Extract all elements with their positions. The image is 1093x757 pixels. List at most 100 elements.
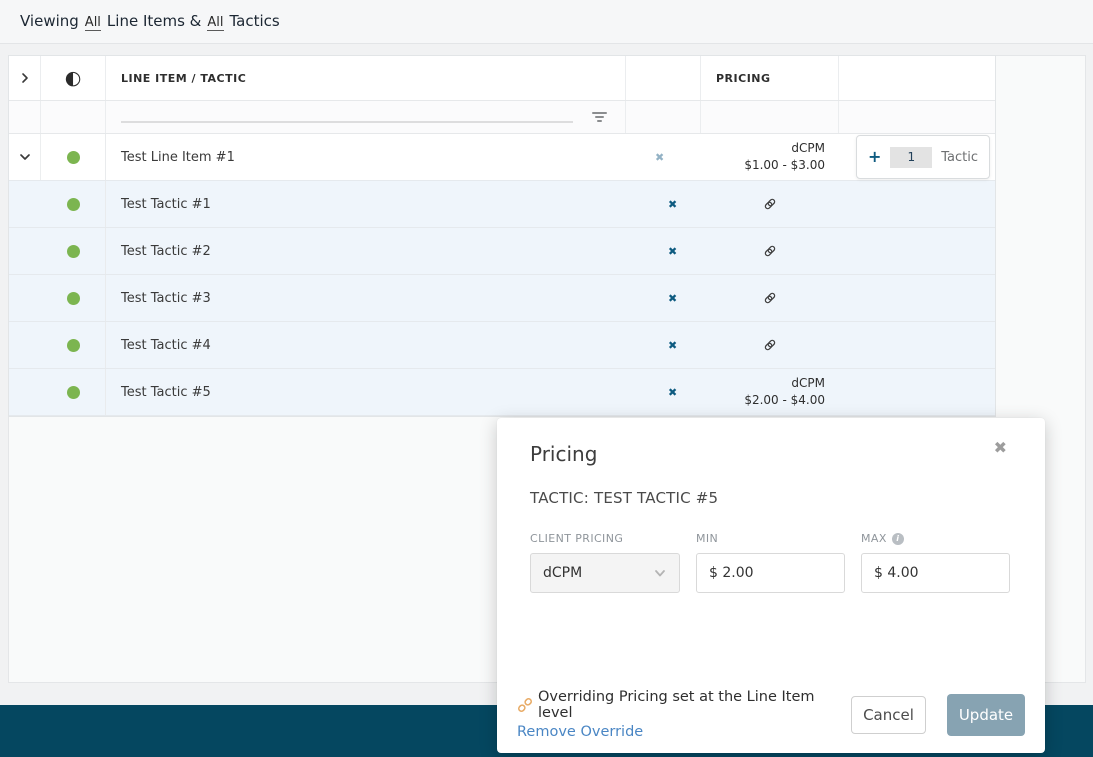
- inherited-pricing-link-icon[interactable]: [763, 244, 777, 258]
- status-cell: [41, 369, 106, 415]
- name-cell: Test Line Item #1: [106, 134, 626, 180]
- line-item-tactic-header: LINE ITEM / TACTIC: [106, 72, 246, 85]
- min-input[interactable]: [696, 553, 845, 593]
- half-circle-icon: ◐: [65, 69, 82, 88]
- plus-icon: +: [868, 149, 881, 165]
- remove-cell: ✖: [626, 134, 701, 180]
- chevron-right-icon[interactable]: [19, 72, 31, 84]
- max-field: MAX i: [861, 532, 1010, 593]
- pricing-header-cell: PRICING: [701, 56, 839, 100]
- name-cell: Test Tactic #5: [106, 369, 626, 415]
- inherited-pricing-link-icon[interactable]: [763, 197, 777, 211]
- remove-override-link[interactable]: Remove Override: [517, 724, 851, 740]
- tactic-count-input[interactable]: 1: [890, 147, 932, 168]
- unlink-icon: [517, 697, 533, 713]
- close-icon[interactable]: ✖: [994, 440, 1007, 456]
- filter-cell-expand: [9, 101, 41, 133]
- actions-cell: [839, 369, 995, 415]
- modal-subtitle: TACTIC: TEST TACTIC #5: [530, 489, 1009, 507]
- status-dot-icon: [67, 292, 80, 305]
- pricing-form: CLIENT PRICING dCPM MIN MAX i: [530, 532, 1009, 593]
- line-item-name: Test Line Item #1: [106, 150, 235, 165]
- client-pricing-label: CLIENT PRICING: [530, 532, 680, 545]
- pricing-cell: [701, 181, 839, 227]
- tactic-name: Test Tactic #4: [106, 338, 211, 353]
- remove-line-item-icon[interactable]: ✖: [655, 152, 664, 163]
- filter-cell-status: [41, 101, 106, 133]
- filter-icon[interactable]: [591, 112, 607, 124]
- actions-cell: + 1 Tactic: [839, 134, 995, 180]
- status-dot-icon: [67, 245, 80, 258]
- expand-cell: [9, 134, 41, 180]
- status-dot-icon: [67, 386, 80, 399]
- add-tactic-button[interactable]: + 1 Tactic: [856, 135, 990, 179]
- expand-cell: [9, 322, 41, 368]
- client-pricing-value: dCPM: [543, 565, 653, 581]
- update-button[interactable]: Update: [947, 694, 1025, 736]
- chevron-down-icon: [653, 566, 667, 580]
- expand-cell: [9, 275, 41, 321]
- remove-tactic-icon[interactable]: ✖: [668, 293, 677, 304]
- status-cell: [41, 228, 106, 274]
- line-item-pricing[interactable]: dCPM $1.00 - $3.00: [701, 140, 839, 174]
- line-items-filter-dropdown[interactable]: All: [85, 16, 101, 31]
- pricing-cell: [701, 228, 839, 274]
- name-cell: Test Tactic #1: [106, 181, 626, 227]
- chevron-down-icon[interactable]: [18, 150, 32, 164]
- name-filter-input[interactable]: [121, 107, 573, 123]
- modal-title: Pricing: [530, 442, 1009, 466]
- inherited-pricing-link-icon[interactable]: [763, 291, 777, 305]
- pricing-cell: dCPM $1.00 - $3.00: [701, 134, 839, 180]
- status-dot-icon: [67, 198, 80, 211]
- status-cell: [41, 134, 106, 180]
- pricing-cell: [701, 322, 839, 368]
- override-warning-block: Overriding Pricing set at the Line Item …: [517, 689, 851, 740]
- filter-cell-actions: [839, 101, 995, 133]
- info-icon[interactable]: i: [892, 533, 904, 545]
- viewing-label: Viewing: [20, 12, 79, 30]
- tactic-row: Test Tactic #2 ✖: [9, 228, 995, 275]
- tactic-row-selected: Test Tactic #5 ✖ dCPM $2.00 - $4.00: [9, 369, 995, 416]
- viewing-summary: Viewing All Line Items & All Tactics: [20, 12, 280, 31]
- pricing-modal: Pricing ✖ TACTIC: TEST TACTIC #5 CLIENT …: [497, 418, 1045, 753]
- cancel-button[interactable]: Cancel: [851, 696, 926, 734]
- actions-header-cell: [839, 56, 995, 100]
- status-cell: [41, 322, 106, 368]
- remove-cell: ✖: [626, 322, 701, 368]
- viewing-segment-line-items: Line Items &: [107, 12, 201, 30]
- tactics-filter-dropdown[interactable]: All: [207, 16, 223, 31]
- viewing-segment-tactics: Tactics: [230, 12, 280, 30]
- remove-tactic-icon[interactable]: ✖: [668, 199, 677, 210]
- min-label: MIN: [696, 532, 845, 545]
- tactic-pricing-override[interactable]: dCPM $2.00 - $4.00: [701, 375, 839, 409]
- max-input[interactable]: [861, 553, 1010, 593]
- status-cell: [41, 181, 106, 227]
- status-cell: [41, 275, 106, 321]
- remove-tactic-icon[interactable]: ✖: [668, 246, 677, 257]
- expand-cell: [9, 369, 41, 415]
- filter-cell-remove: [626, 101, 701, 133]
- pricing-range: $2.00 - $4.00: [701, 392, 825, 409]
- remove-cell: ✖: [626, 369, 701, 415]
- status-header-cell: ◐: [41, 56, 106, 100]
- expand-all-header-cell[interactable]: [9, 56, 41, 100]
- status-dot-icon: [67, 339, 80, 352]
- client-pricing-field: CLIENT PRICING dCPM: [530, 532, 680, 593]
- name-cell: Test Tactic #2: [106, 228, 626, 274]
- table-header-row: ◐ LINE ITEM / TACTIC PRICING: [9, 56, 995, 101]
- actions-cell: [839, 228, 995, 274]
- actions-cell: [839, 275, 995, 321]
- client-pricing-select[interactable]: dCPM: [530, 553, 680, 593]
- name-header-cell: LINE ITEM / TACTIC: [106, 56, 626, 100]
- remove-tactic-icon[interactable]: ✖: [668, 340, 677, 351]
- table-filter-row: [9, 101, 995, 134]
- remove-tactic-icon[interactable]: ✖: [668, 387, 677, 398]
- tactic-row: Test Tactic #1 ✖: [9, 181, 995, 228]
- pricing-type: dCPM: [701, 375, 825, 392]
- inherited-pricing-link-icon[interactable]: [763, 338, 777, 352]
- filter-cell-pricing: [701, 101, 839, 133]
- pricing-cell: dCPM $2.00 - $4.00: [701, 369, 839, 415]
- pricing-cell: [701, 275, 839, 321]
- remove-cell: ✖: [626, 181, 701, 227]
- view-filter-bar: Viewing All Line Items & All Tactics: [0, 0, 1093, 44]
